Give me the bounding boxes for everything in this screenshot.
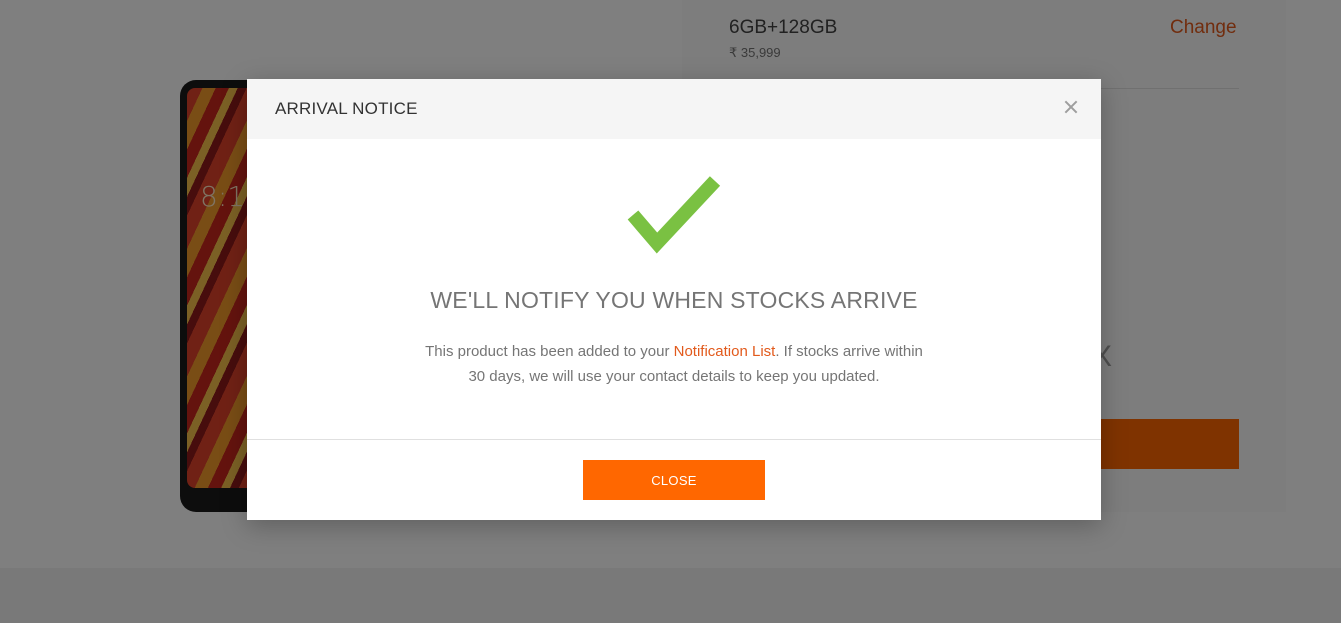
modal-message: This product has been added to your Noti… <box>424 339 924 389</box>
modal-title: ARRIVAL NOTICE <box>275 99 418 118</box>
modal-heading: WE'LL NOTIFY YOU WHEN STOCKS ARRIVE <box>430 287 918 313</box>
modal-footer-divider <box>247 439 1101 440</box>
modal-header: ARRIVAL NOTICE <box>247 79 1101 139</box>
notification-list-link[interactable]: Notification List <box>674 343 776 360</box>
arrival-notice-modal: ARRIVAL NOTICE WE'LL NOTIFY YOU WHEN STO… <box>247 79 1101 520</box>
close-button[interactable]: CLOSE <box>583 460 765 500</box>
checkmark-icon <box>627 176 721 254</box>
message-text-before: This product has been added to your <box>425 343 674 360</box>
close-icon[interactable] <box>1058 94 1084 120</box>
